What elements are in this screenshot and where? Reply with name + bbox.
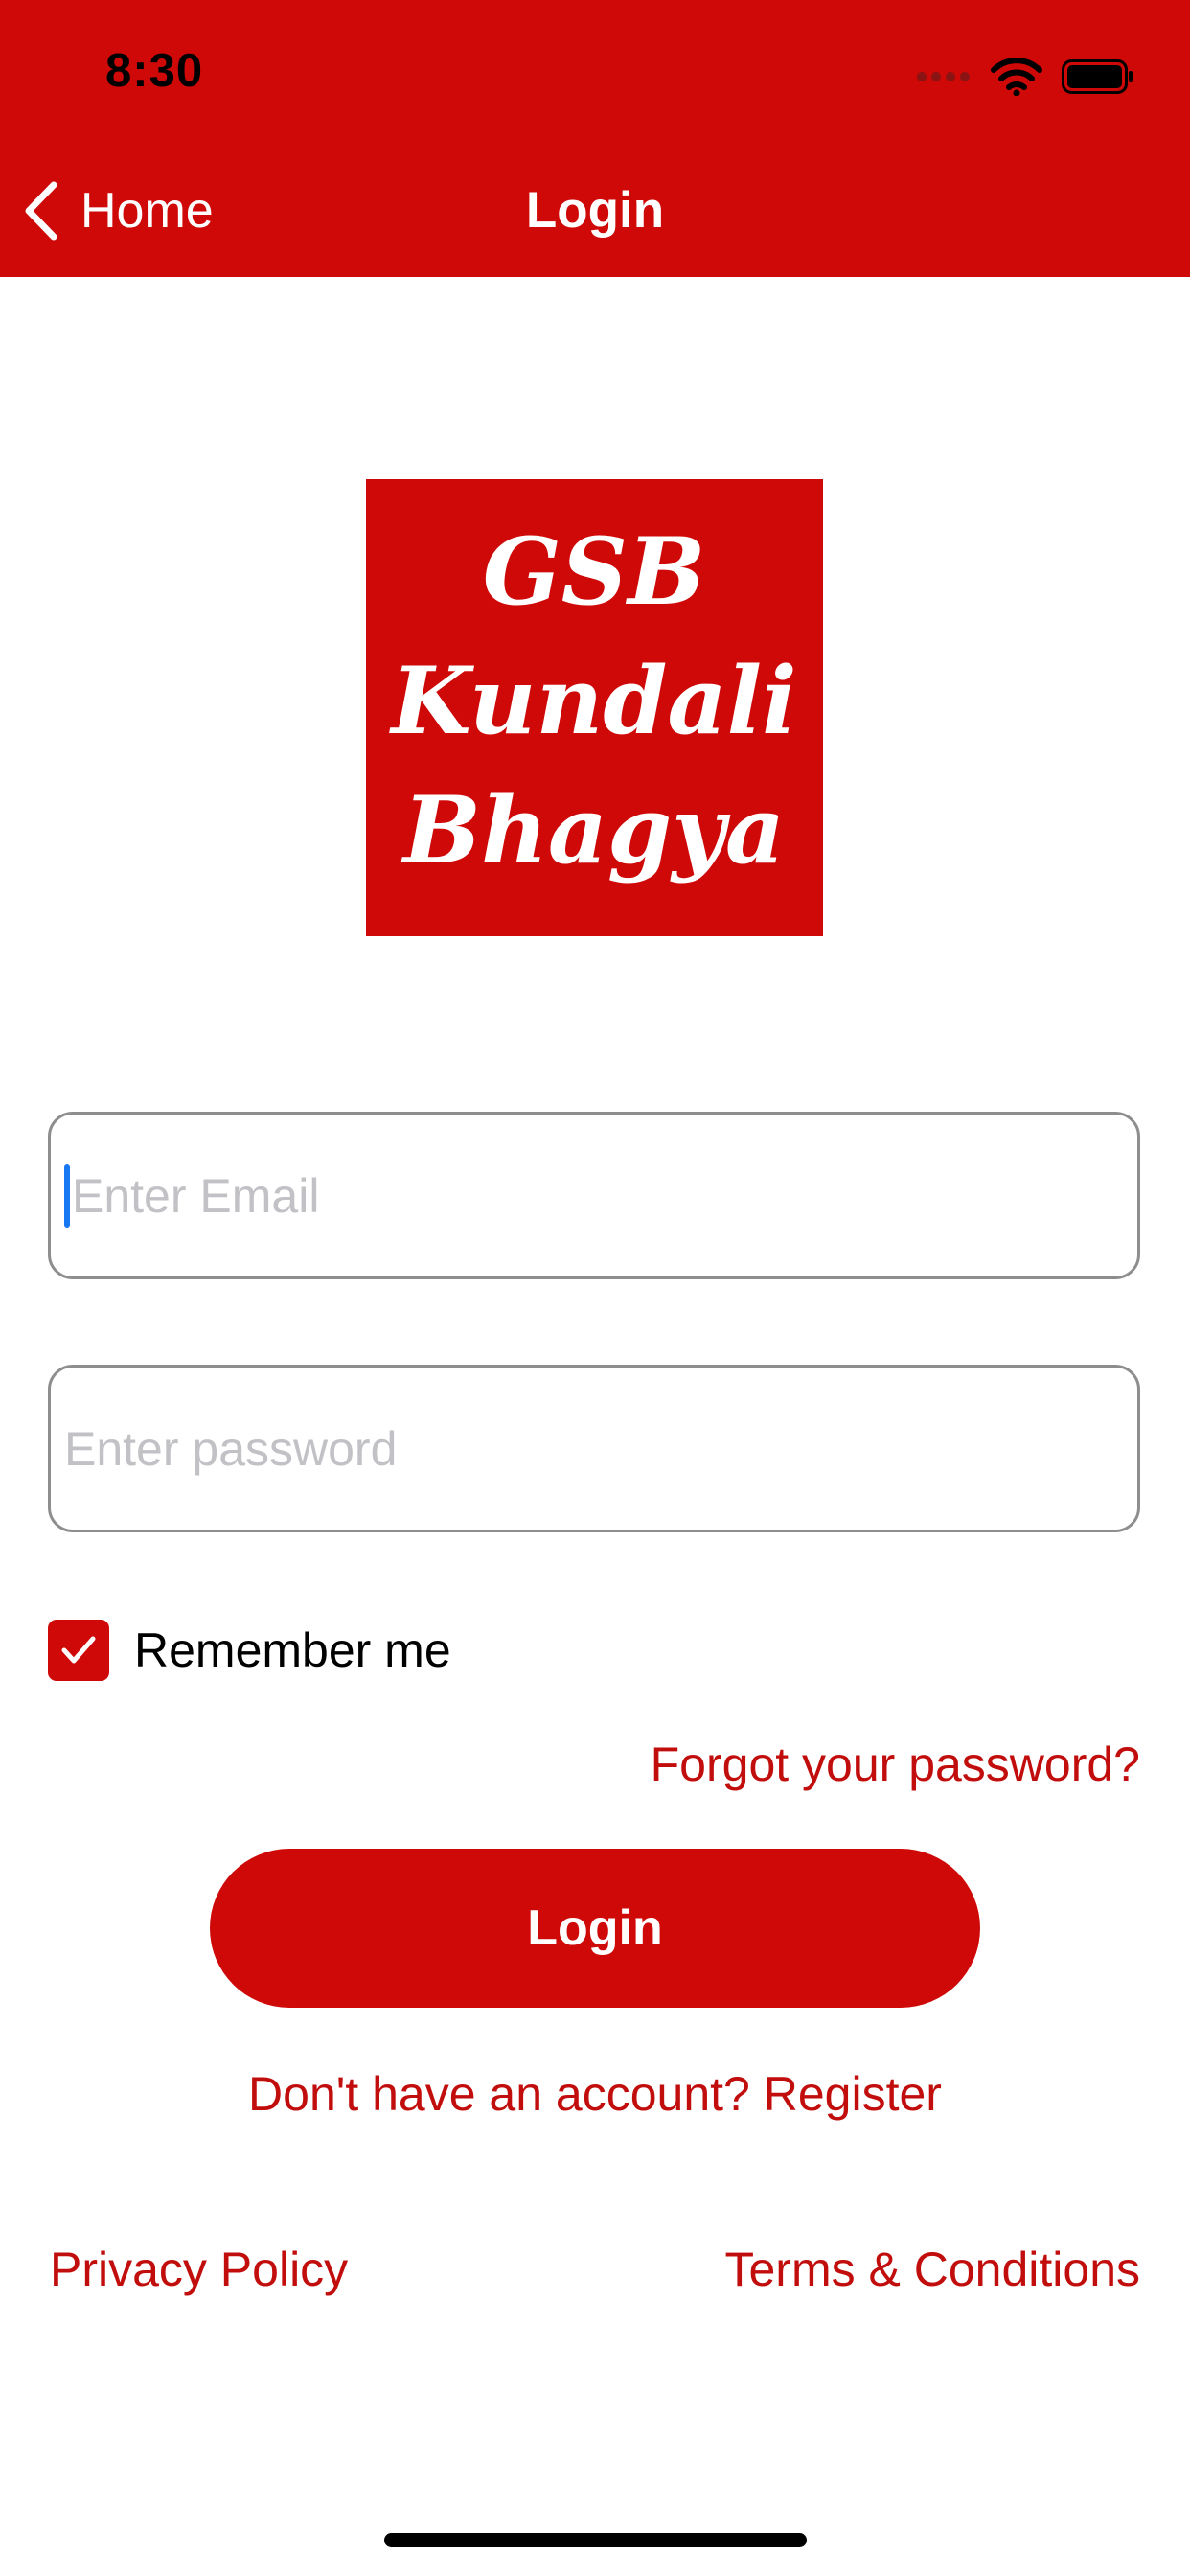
wifi-icon xyxy=(991,58,1042,96)
email-input[interactable] xyxy=(72,1167,1137,1224)
text-caret xyxy=(64,1163,70,1228)
checkmark-icon xyxy=(61,1636,96,1664)
login-screen: 8:30 Login Home GSB Kundali Bhagya Enter… xyxy=(0,0,1190,2576)
svg-text:GSB: GSB xyxy=(483,518,705,626)
forgot-password-link[interactable]: Forgot your password? xyxy=(651,1736,1140,1792)
battery-icon xyxy=(1062,59,1133,94)
remember-me-checkbox[interactable]: Remember me xyxy=(48,1620,451,1681)
header: 8:30 Login Home xyxy=(0,0,1190,277)
password-input[interactable] xyxy=(64,1420,1137,1477)
terms-conditions-link[interactable]: Terms & Conditions xyxy=(725,2242,1141,2297)
svg-text:Kundali: Kundali xyxy=(388,647,796,755)
home-indicator[interactable] xyxy=(384,2533,807,2547)
status-time: 8:30 xyxy=(105,45,204,97)
remember-me-label: Remember me xyxy=(134,1623,451,1677)
privacy-policy-link[interactable]: Privacy Policy xyxy=(50,2242,348,2297)
chevron-left-icon xyxy=(25,181,57,241)
back-label: Home xyxy=(80,183,214,239)
login-button[interactable]: Login xyxy=(210,1849,980,2008)
email-field[interactable] xyxy=(48,1112,1140,1279)
status-icons xyxy=(916,56,1134,98)
app-logo: GSB Kundali Bhagya xyxy=(366,479,823,936)
checkbox[interactable] xyxy=(48,1620,109,1681)
back-button[interactable]: Home xyxy=(23,174,214,247)
signal-icon xyxy=(917,72,970,81)
logo-text: GSB Kundali Bhagya xyxy=(388,518,796,885)
register-link[interactable]: Don't have an account? Register xyxy=(0,2066,1190,2122)
password-field[interactable] xyxy=(48,1365,1140,1532)
svg-text:Bhagya: Bhagya xyxy=(400,776,785,885)
